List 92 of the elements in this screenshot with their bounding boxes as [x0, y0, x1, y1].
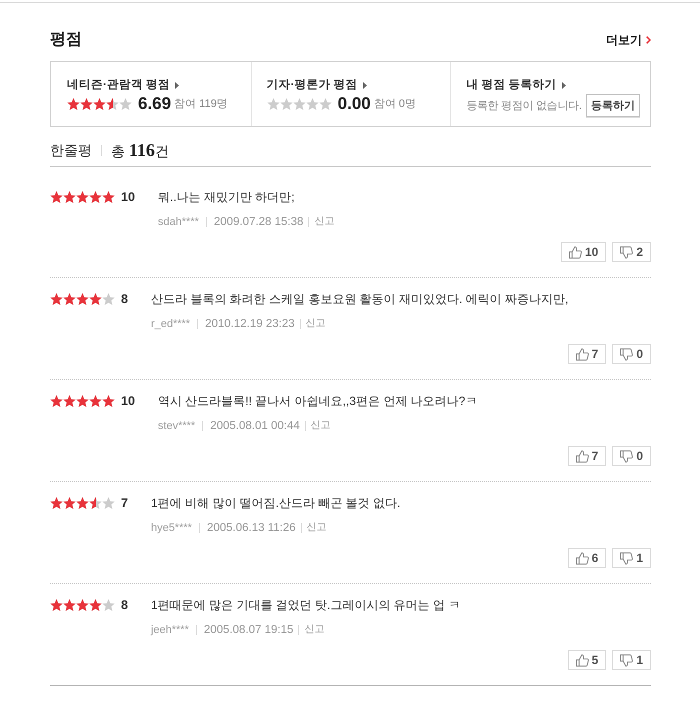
star-icon [102, 191, 115, 203]
star-icon [67, 98, 80, 110]
review-date: 2005.06.13 11:26 [206, 521, 296, 535]
star-icon [280, 98, 293, 110]
review-date: 2010.12.19 23:23 [205, 317, 295, 331]
participant-count: 참여 0명 [374, 97, 416, 112]
thumbs-up-icon [576, 654, 589, 666]
like-button[interactable]: 7 [568, 446, 606, 466]
dislike-button[interactable]: 1 [612, 650, 651, 670]
review-count: 총 116건 [111, 140, 169, 160]
rating-link[interactable]: 네티즌·관람객 평점 [67, 77, 180, 93]
reviews-title: 한줄평 [50, 141, 92, 160]
section-title: 평점 [50, 30, 82, 50]
star-icon [50, 191, 63, 203]
no-rating-message: 등록한 평점이 없습니다. [466, 98, 582, 112]
thumbs-down-icon [620, 552, 634, 564]
average-score: 0.00 [338, 94, 371, 114]
star-icon [119, 98, 132, 110]
review-score: 8 [121, 598, 128, 612]
review-date: 2009.07.28 15:38 [214, 215, 304, 229]
star-icon [50, 599, 63, 611]
review-date: 2005.08.07 19:15 [204, 623, 294, 637]
thumbs-down-icon [620, 348, 634, 360]
review-score: 10 [121, 394, 135, 408]
star-icon [63, 191, 76, 203]
like-button[interactable]: 5 [568, 650, 606, 670]
reviewer-id: sdah**** [158, 215, 199, 229]
dislike-button[interactable]: 1 [612, 548, 651, 568]
thumbs-up-icon [576, 450, 589, 462]
reviewer-id: jeeh**** [150, 623, 189, 637]
reviewer-id: r_ed**** [150, 317, 190, 331]
thumbs-up-icon [568, 246, 582, 258]
star-icon [102, 293, 115, 305]
star-icon [50, 293, 63, 305]
star-icon [50, 395, 63, 407]
rating-link[interactable]: 기자·평론가 평점 [266, 77, 367, 93]
thumbs-up-icon [576, 552, 589, 564]
thumbs-down-icon [620, 246, 634, 258]
thumbs-up-icon [576, 348, 589, 360]
star-icon [63, 599, 76, 611]
star-icon [106, 98, 119, 110]
review-text: 1편때문에 많은 기대를 걸었던 탓.그레이시의 유머는 업 ㅋ [150, 598, 460, 612]
star-icon [318, 98, 332, 110]
review-score: 8 [121, 292, 128, 306]
star-icon [63, 293, 76, 305]
register-button[interactable]: 등록하기 [586, 94, 640, 117]
thumbs-down-icon [620, 450, 634, 462]
review-text: 산드라 블록의 화려한 스케일 홍보요원 활동이 재미있었다. 에릭이 짜증나지만, [150, 292, 568, 306]
caret-icon [562, 82, 566, 88]
dislike-button[interactable]: 2 [612, 242, 651, 262]
star-icon [93, 98, 106, 110]
caret-icon [175, 82, 180, 88]
star-icon [63, 395, 76, 407]
star-icon [266, 98, 280, 110]
rating-link[interactable]: 내 평점 등록하기 [466, 77, 566, 93]
like-button[interactable]: 6 [568, 548, 606, 568]
reviewer-id: hye5**** [150, 521, 192, 535]
star-icon [76, 395, 89, 407]
chevron-icon [646, 36, 651, 44]
review-score: 10 [121, 190, 135, 204]
star-icon [89, 191, 102, 203]
average-score: 6.69 [138, 94, 172, 114]
star-icon [102, 395, 115, 407]
star-icon [80, 98, 93, 110]
star-icon [89, 395, 102, 407]
star-icon [76, 293, 89, 305]
star-icon [292, 98, 306, 110]
star-icon [102, 497, 115, 509]
star-icon [76, 191, 89, 203]
like-button[interactable]: 10 [560, 242, 606, 262]
thumbs-down-icon [620, 654, 634, 666]
like-button[interactable]: 7 [568, 344, 606, 364]
star-icon [76, 599, 89, 611]
star-icon [102, 599, 115, 611]
dislike-button[interactable]: 0 [612, 344, 651, 364]
reviewer-id: stev**** [158, 419, 196, 433]
star-icon [89, 599, 102, 611]
review-text: 뭐..나는 재밌기만 하더만; [158, 190, 295, 204]
star-icon [89, 293, 102, 305]
review-score: 7 [121, 496, 128, 510]
star-icon [63, 497, 76, 509]
review-text: 1편에 비해 많이 떨어짐.산드라 빼곤 볼것 없다. [150, 496, 400, 510]
star-icon [76, 497, 89, 509]
more-link[interactable]: 더보기 [606, 31, 651, 49]
caret-icon [362, 82, 367, 88]
dislike-button[interactable]: 0 [612, 446, 651, 466]
star-icon [50, 497, 63, 509]
participant-count: 참여 119명 [174, 97, 228, 112]
review-text: 역시 산드라블록!! 끝나서 아쉽네요,,3편은 언제 나오려나?ㅋ [158, 394, 478, 408]
star-icon [89, 497, 102, 509]
star-icon [306, 98, 319, 110]
review-date: 2005.08.01 00:44 [210, 419, 300, 433]
